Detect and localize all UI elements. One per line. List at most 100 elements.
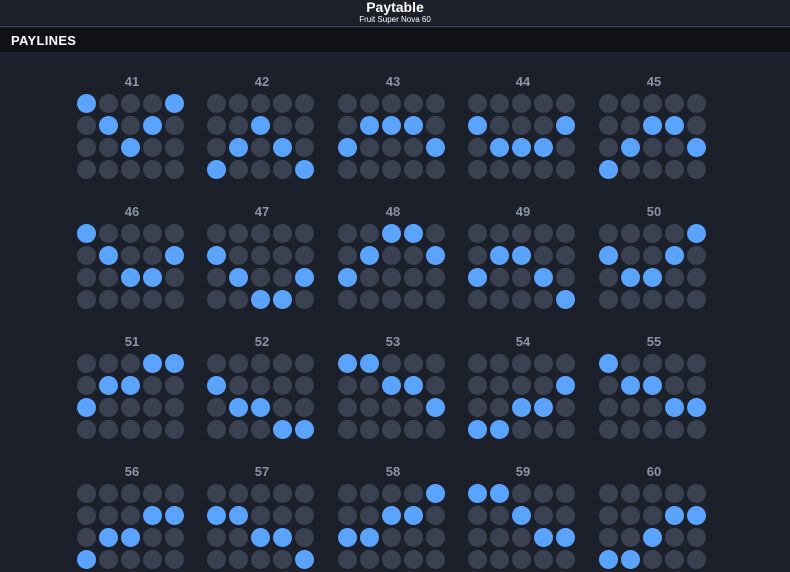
payline-cell (338, 246, 357, 265)
payline-cell-active (338, 138, 357, 157)
payline-cell-active (426, 398, 445, 417)
payline-cell (360, 290, 379, 309)
payline-cell-active (143, 268, 162, 287)
payline-cell-active (273, 528, 292, 547)
payline-cell (490, 116, 509, 135)
payline-cell-active (165, 506, 184, 525)
payline-cell (643, 484, 662, 503)
payline-cell (556, 398, 575, 417)
payline-number: 53 (385, 334, 401, 349)
payline-55: 55 (599, 335, 709, 447)
payline-cell (121, 354, 140, 373)
payline-cell (621, 484, 640, 503)
payline-cell (273, 116, 292, 135)
payline-cell (643, 224, 662, 243)
payline-cell-active (599, 246, 618, 265)
payline-number: 52 (254, 334, 270, 349)
payline-cell (99, 354, 118, 373)
payline-cell (404, 398, 423, 417)
payline-number: 59 (515, 464, 531, 479)
paylines-grid[interactable]: 41 42 43 44 45 46 47 48 49 50 51 52 53 54 55 56 57 58 59 60 (0, 52, 790, 572)
payline-cell-active (99, 246, 118, 265)
payline-cell (468, 354, 487, 373)
payline-cell (77, 246, 96, 265)
payline-43: 43 (338, 75, 448, 187)
payline-cell (687, 94, 706, 113)
payline-cell (251, 354, 270, 373)
payline-cell (338, 550, 357, 569)
payline-cell-active (534, 138, 553, 157)
payline-cell-active (121, 376, 140, 395)
payline-cell (556, 94, 575, 113)
payline-cell (665, 420, 684, 439)
payline-cell (490, 376, 509, 395)
payline-cell (360, 268, 379, 287)
payline-cell (687, 420, 706, 439)
payline-cell (143, 246, 162, 265)
payline-49: 49 (468, 205, 578, 317)
payline-cell (99, 224, 118, 243)
payline-cell (207, 528, 226, 547)
payline-cell (77, 376, 96, 395)
payline-cell (338, 376, 357, 395)
payline-cell (556, 246, 575, 265)
payline-54: 54 (468, 335, 578, 447)
payline-cell (404, 550, 423, 569)
payline-cell (404, 94, 423, 113)
payline-cell (665, 94, 684, 113)
payline-cell-active (556, 116, 575, 135)
payline-cell (338, 94, 357, 113)
payline-cell-active (643, 528, 662, 547)
payline-cell (251, 246, 270, 265)
payline-cell (99, 160, 118, 179)
payline-cell (251, 376, 270, 395)
payline-cell-active (490, 246, 509, 265)
payline-cell (273, 506, 292, 525)
payline-cell-active (426, 138, 445, 157)
payline-cell (382, 94, 401, 113)
payline-cell-active (360, 354, 379, 373)
payline-50: 50 (599, 205, 709, 317)
payline-cell (643, 246, 662, 265)
payline-cell (77, 420, 96, 439)
payline-cell (121, 550, 140, 569)
payline-cell (687, 376, 706, 395)
payline-cell (534, 160, 553, 179)
payline-cell (207, 354, 226, 373)
payline-cell-active (426, 484, 445, 503)
payline-cell-active (468, 116, 487, 135)
payline-cell (99, 398, 118, 417)
payline-cell (556, 224, 575, 243)
payline-cell-active (229, 268, 248, 287)
payline-cell (207, 138, 226, 157)
payline-cell (599, 290, 618, 309)
payline-cell (273, 94, 292, 113)
payline-cell (426, 376, 445, 395)
payline-cell-active (382, 506, 401, 525)
game-name: Fruit Super Nova 60 (359, 15, 431, 24)
payline-cell-active (121, 528, 140, 547)
payline-cell (143, 484, 162, 503)
payline-cell (599, 224, 618, 243)
payline-cell-active (382, 376, 401, 395)
payline-cell (621, 528, 640, 547)
payline-cell (490, 290, 509, 309)
section-title: PAYLINES (11, 33, 77, 48)
payline-cell-active (599, 354, 618, 373)
payline-cell (404, 138, 423, 157)
payline-cell (490, 94, 509, 113)
payline-cell (665, 160, 684, 179)
payline-cell-active (207, 376, 226, 395)
payline-cell (534, 94, 553, 113)
payline-cell (426, 420, 445, 439)
payline-46: 46 (77, 205, 187, 317)
payline-cell (99, 484, 118, 503)
payline-cell-active (295, 268, 314, 287)
payline-cell-active (99, 528, 118, 547)
payline-cell-active (77, 94, 96, 113)
payline-number: 57 (254, 464, 270, 479)
payline-cell (468, 506, 487, 525)
payline-cell-active (426, 246, 445, 265)
payline-cell (490, 224, 509, 243)
payline-cell (468, 528, 487, 547)
